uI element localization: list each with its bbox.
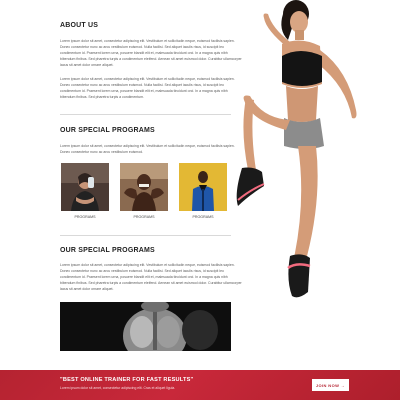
program-label-2[interactable]: PROGRAMS bbox=[120, 215, 168, 219]
footer-title: "BEST ONLINE TRAINER FOR FAST RESULTS" bbox=[60, 377, 194, 383]
programs-intro: Lorem ipsum dolor sit amet, consectetur … bbox=[60, 144, 235, 154]
man-flexing-photo bbox=[120, 163, 168, 211]
programs-paragraph-2: Lorem ipsum dolor sit amet, consectetur … bbox=[60, 263, 242, 291]
back-muscles-photo bbox=[60, 302, 231, 351]
join-now-button[interactable]: JOIN NOW → bbox=[312, 379, 349, 391]
program-label-1[interactable]: PROGRAMS bbox=[61, 215, 109, 219]
about-paragraph-1: Lorem ipsum dolor sit amet, consectetur … bbox=[60, 39, 242, 67]
program-label-3[interactable]: PROGRAMS bbox=[179, 215, 227, 219]
programs-heading: OUR SPECIAL PROGRAMS bbox=[60, 127, 155, 134]
section-divider bbox=[60, 235, 231, 236]
program-thumb-3[interactable] bbox=[179, 163, 227, 211]
about-heading: ABOUT US bbox=[60, 22, 99, 29]
programs-heading-2: OUR SPECIAL PROGRAMS bbox=[60, 247, 155, 254]
woman-drinking-photo bbox=[61, 163, 109, 211]
program-thumb-2[interactable] bbox=[120, 163, 168, 211]
footer-subtitle: Lorem ipsum dolor sit amet, consectetur … bbox=[60, 386, 176, 390]
athlete-hero-image bbox=[236, 0, 376, 305]
section-divider bbox=[60, 114, 231, 115]
about-paragraph-2: Lorem ipsum dolor sit amet, consectetur … bbox=[60, 77, 235, 99]
man-jacket-photo bbox=[179, 163, 227, 211]
program-thumb-1[interactable] bbox=[61, 163, 109, 211]
